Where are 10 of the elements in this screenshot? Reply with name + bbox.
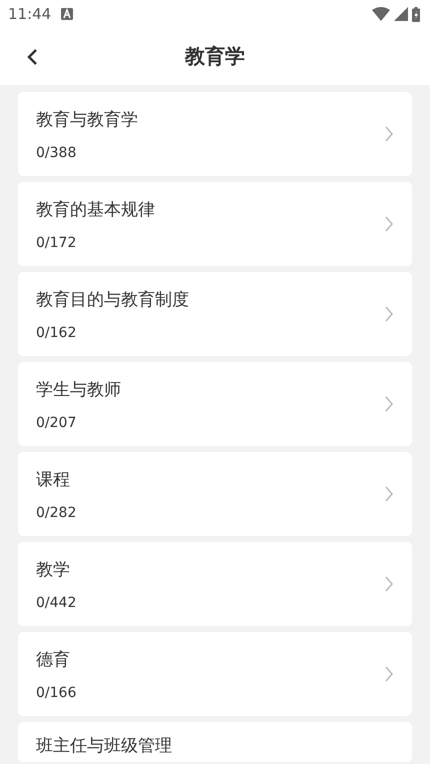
chapter-title: 学生与教师 (36, 378, 122, 400)
chapter-title: 课程 (36, 468, 71, 490)
chapter-title: 教育与教育学 (36, 108, 139, 130)
chapter-title: 教育的基本规律 (36, 198, 156, 220)
chapter-title: 德育 (36, 648, 71, 670)
chapter-title: 班主任与班级管理 (36, 735, 172, 757)
page-title: 教育学 (185, 43, 245, 70)
chapter-title: 教育目的与教育制度 (36, 288, 190, 310)
chapter-title: 教学 (36, 558, 71, 580)
status-time: 11:44 (8, 5, 52, 23)
